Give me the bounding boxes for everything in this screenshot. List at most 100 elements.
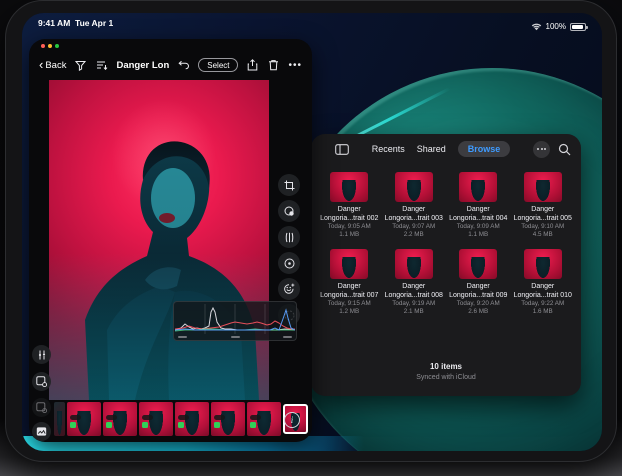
retouch-icon <box>283 283 295 295</box>
file-thumbnail <box>459 172 497 202</box>
edited-badge <box>178 422 184 428</box>
sort-icon <box>96 60 108 71</box>
file-name-line2: Longoria...trait 007 <box>320 292 378 301</box>
adjust-tool-button[interactable] <box>278 226 300 248</box>
filmstrip-thumb[interactable] <box>211 402 245 436</box>
back-label: Back <box>45 60 66 71</box>
items-count: 10 items <box>311 362 581 371</box>
file-date: Today, 9:09 AM <box>457 223 500 231</box>
more-button[interactable]: ••• <box>288 60 302 71</box>
edited-badge <box>250 422 256 428</box>
file-thumbnail <box>524 172 562 202</box>
aspect-badge <box>106 415 117 420</box>
window-controls[interactable] <box>41 44 59 48</box>
file-size: 4.5 MB <box>533 231 553 239</box>
export-settings-button[interactable] <box>32 372 51 391</box>
delete-button[interactable] <box>267 59 280 72</box>
tab-recents[interactable]: Recents <box>372 144 405 154</box>
info-icon: i <box>291 415 294 425</box>
file-item[interactable]: DangerLongoria...trait 009Today, 9:20 AM… <box>448 249 509 316</box>
photo-canvas[interactable] <box>49 80 269 400</box>
window-control-green[interactable] <box>55 44 59 48</box>
crop-tool-button[interactable] <box>278 174 300 196</box>
vignette-tool-button[interactable] <box>278 252 300 274</box>
filmstrip-thumb[interactable] <box>247 402 281 436</box>
files-tabs: Recents Shared Browse <box>349 141 533 157</box>
file-item[interactable]: DangerLongoria...trait 007Today, 9:15 AM… <box>319 249 380 316</box>
sidebar-toggle-icon[interactable] <box>335 144 349 155</box>
file-name-line1: Danger <box>385 283 443 292</box>
file-date: Today, 9:10 AM <box>521 223 564 231</box>
photo-browser-button[interactable] <box>32 422 51 441</box>
file-thumbnail <box>395 249 433 279</box>
filmstrip-thumb[interactable] <box>175 402 209 436</box>
tab-shared[interactable]: Shared <box>417 144 446 154</box>
file-date: Today, 9:19 AM <box>392 300 435 308</box>
battery-percent: 100% <box>546 22 566 31</box>
file-date: Today, 9:15 AM <box>328 300 371 308</box>
file-size: 2.2 MB <box>404 231 424 239</box>
image-gear-icon <box>36 376 47 387</box>
filmstrip-thumb[interactable] <box>54 402 65 436</box>
copy-adjustments-button[interactable] <box>32 398 51 417</box>
files-grid: DangerLongoria...trait 002Today, 9:05 AM… <box>319 172 573 316</box>
back-button[interactable]: ‹ Back <box>39 60 66 71</box>
file-date: Today, 9:22 AM <box>521 300 564 308</box>
file-item[interactable]: DangerLongoria...trait 005Today, 9:10 AM… <box>513 172 574 239</box>
select-button[interactable]: Select <box>198 58 238 72</box>
file-date: Today, 9:20 AM <box>457 300 500 308</box>
window-control-yellow[interactable] <box>48 44 52 48</box>
editor-title: Danger Longo... <box>116 60 169 71</box>
image-circle-icon <box>36 402 47 413</box>
files-more-button[interactable] <box>533 141 550 158</box>
status-time-date: 9:41 AM Tue Apr 1 <box>38 18 113 35</box>
photo-browser-icon <box>36 426 47 437</box>
auto-adjust-button[interactable] <box>32 345 51 364</box>
edited-badge <box>70 422 76 428</box>
file-name-line2: Longoria...trait 002 <box>320 215 378 224</box>
filmstrip-thumb[interactable] <box>139 402 173 436</box>
sliders-icon <box>37 350 47 360</box>
file-item[interactable]: DangerLongoria...trait 003Today, 9:07 AM… <box>384 172 445 239</box>
vignette-icon <box>284 258 295 269</box>
files-footer: 10 items Synced with iCloud <box>311 362 581 381</box>
aspect-badge <box>178 415 189 420</box>
file-name-line1: Danger <box>320 206 378 215</box>
aspect-badge <box>250 415 261 420</box>
file-item[interactable]: DangerLongoria...trait 010Today, 9:22 AM… <box>513 249 574 316</box>
file-name-line1: Danger <box>514 206 572 215</box>
file-name-line1: Danger <box>449 283 507 292</box>
funnel-icon <box>75 60 86 71</box>
share-icon <box>247 59 258 71</box>
file-size: 1.6 MB <box>533 308 553 316</box>
tab-browse[interactable]: Browse <box>458 141 511 157</box>
wifi-icon <box>531 23 542 31</box>
status-date: Tue Apr 1 <box>75 18 113 28</box>
ipad-device: 9:41 AM Tue Apr 1 100% ‹ Back <box>5 0 617 462</box>
sort-button[interactable] <box>95 59 108 72</box>
filmstrip[interactable] <box>54 402 308 436</box>
search-icon[interactable] <box>558 143 571 156</box>
window-control-red[interactable] <box>41 44 45 48</box>
white-balance-tool-button[interactable] <box>278 200 300 222</box>
info-button[interactable]: i <box>284 412 300 428</box>
filter-button[interactable] <box>74 59 87 72</box>
file-item[interactable]: DangerLongoria...trait 008Today, 9:19 AM… <box>384 249 445 316</box>
file-name-line1: Danger <box>385 206 443 215</box>
filmstrip-thumb[interactable] <box>67 402 101 436</box>
ipad-screen: 9:41 AM Tue Apr 1 100% ‹ Back <box>22 13 602 451</box>
file-name-line1: Danger <box>449 206 507 215</box>
file-thumbnail <box>330 249 368 279</box>
status-bar: 9:41 AM Tue Apr 1 100% <box>22 13 602 35</box>
histogram-panel <box>173 301 297 341</box>
filmstrip-thumb[interactable] <box>103 402 137 436</box>
undo-button[interactable] <box>177 59 190 72</box>
file-item[interactable]: DangerLongoria...trait 004Today, 9:09 AM… <box>448 172 509 239</box>
retouch-tool-button[interactable] <box>278 278 300 300</box>
share-button[interactable] <box>246 59 259 72</box>
crop-icon <box>284 180 295 191</box>
file-item[interactable]: DangerLongoria...trait 002Today, 9:05 AM… <box>319 172 380 239</box>
file-thumbnail <box>524 249 562 279</box>
trash-icon <box>268 59 279 71</box>
file-size: 1.1 MB <box>339 231 359 239</box>
